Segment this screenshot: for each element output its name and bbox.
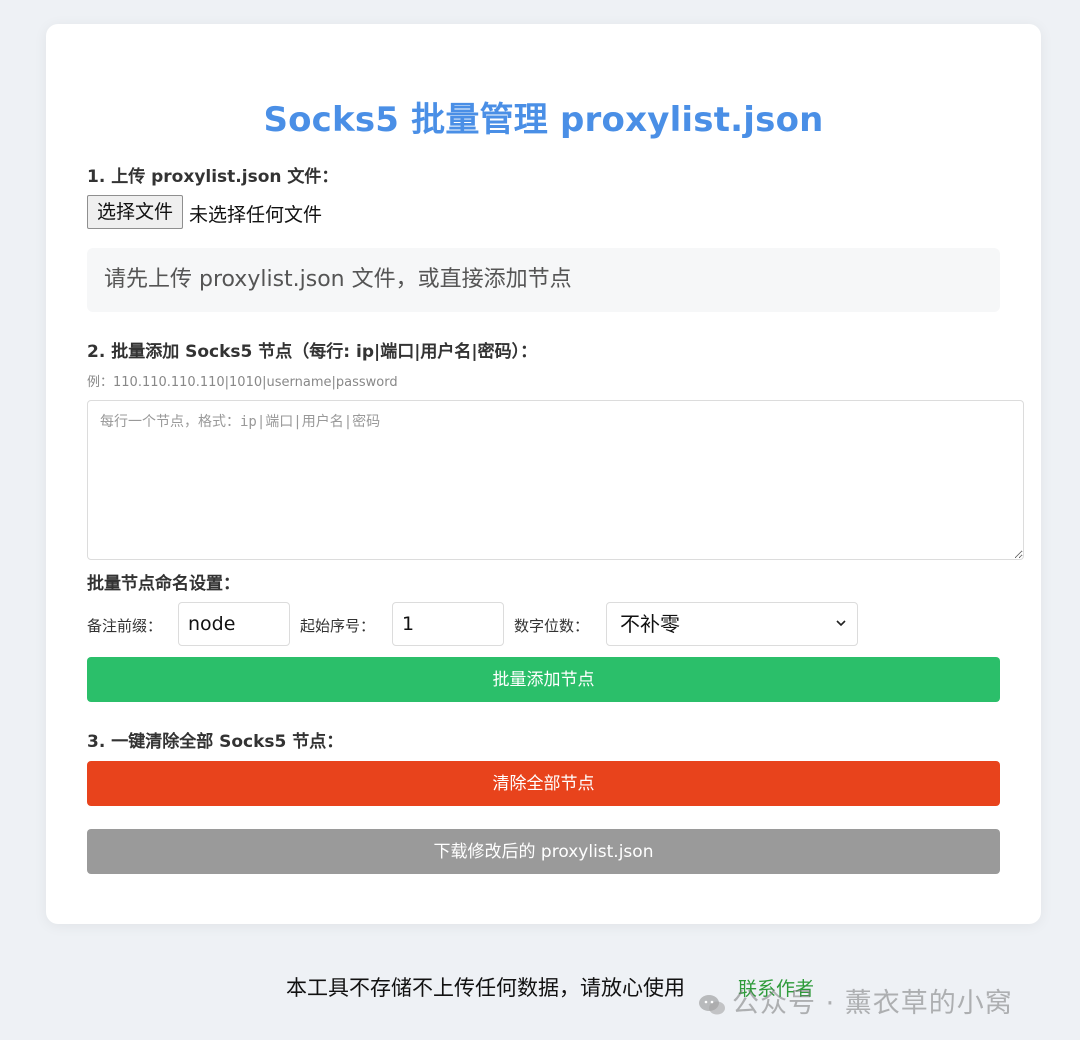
digits-selected-value: 不补零	[620, 612, 680, 636]
wechat-icon	[699, 994, 725, 1014]
footer-notice: 本工具不存储不上传任何数据，请放心使用	[286, 976, 685, 1000]
main-card: Socks5 批量管理 proxylist.json 1. 上传 proxyli…	[46, 24, 1041, 924]
start-number-input[interactable]	[392, 602, 504, 646]
digits-select[interactable]: 不补零	[606, 602, 858, 646]
upload-section-label: 1. 上传 proxylist.json 文件：	[87, 167, 339, 187]
chevron-down-icon	[836, 620, 846, 627]
batch-add-button[interactable]: 批量添加节点	[87, 657, 1000, 702]
batch-section-label: 2. 批量添加 Socks5 节点（每行: ip|端口|用户名|密码）：	[87, 342, 538, 362]
download-button[interactable]: 下载修改后的 proxylist.json	[87, 829, 1000, 874]
naming-section-label: 批量节点命名设置：	[87, 574, 240, 594]
clear-all-button[interactable]: 清除全部节点	[87, 761, 1000, 806]
status-message: 请先上传 proxylist.json 文件，或直接添加节点	[87, 248, 1000, 312]
watermark: 公众号 · 薰衣草的小窝	[698, 981, 1013, 1020]
prefix-label: 备注前缀：	[87, 617, 163, 635]
prefix-input[interactable]	[178, 602, 290, 646]
no-file-text: 未选择任何文件	[189, 204, 323, 226]
page-title: Socks5 批量管理 proxylist.json	[263, 100, 824, 140]
start-number-label: 起始序号：	[300, 617, 376, 635]
watermark-text: 公众号 · 薰衣草的小窝	[732, 988, 1013, 1019]
clear-section-label: 3. 一键清除全部 Socks5 节点：	[87, 732, 344, 752]
choose-file-button[interactable]: 选择文件	[87, 195, 183, 229]
format-example: 例：110.110.110.110|1010|username|password	[87, 375, 398, 390]
nodes-textarea[interactable]	[87, 400, 1024, 560]
digits-label: 数字位数：	[514, 617, 590, 635]
